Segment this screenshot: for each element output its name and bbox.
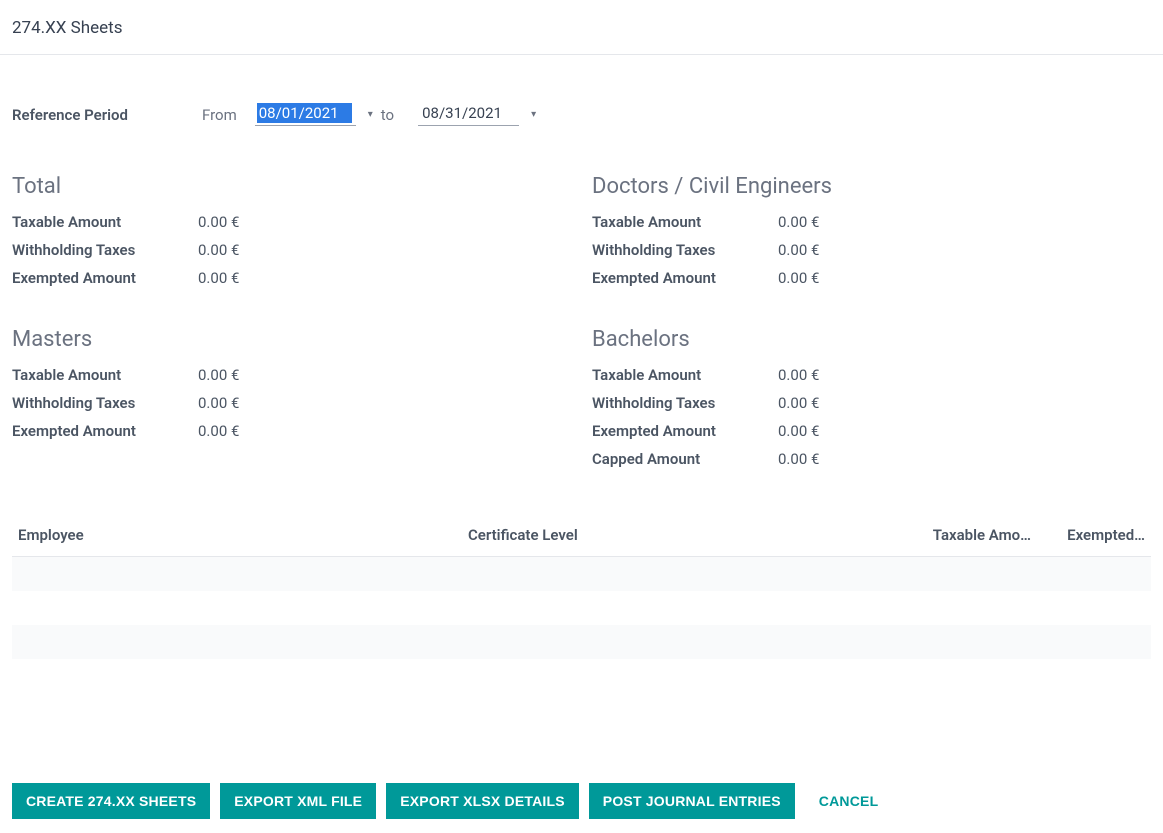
col-certificate[interactable]: Certificate Level <box>468 526 778 544</box>
doctors-taxable-label: Taxable Amount <box>592 213 778 231</box>
date-to-wrap[interactable] <box>418 103 519 126</box>
bachelors-withholding-label: Withholding Taxes <box>592 394 778 412</box>
col-taxable[interactable]: Taxable Amo… <box>925 526 1045 544</box>
date-to-input[interactable] <box>420 103 515 123</box>
total-withholding-value: 0.00 € <box>198 241 239 259</box>
total-taxable-value: 0.00 € <box>198 213 239 231</box>
masters-taxable-value: 0.00 € <box>198 366 239 384</box>
section-bachelors: Bachelors Taxable Amount 0.00 € Withhold… <box>592 327 1152 478</box>
reference-period-row: Reference Period From ▾ to ▾ <box>12 103 1151 126</box>
page-title: 274.XX Sheets <box>0 0 1163 55</box>
masters-exempted-label: Exempted Amount <box>12 422 198 440</box>
col-employee[interactable]: Employee <box>18 526 468 544</box>
date-to-dropdown-icon[interactable]: ▾ <box>529 109 538 120</box>
bachelors-capped-label: Capped Amount <box>592 450 778 468</box>
table-row[interactable] <box>12 557 1151 591</box>
export-xml-button[interactable]: EXPORT XML FILE <box>220 783 376 819</box>
cancel-button[interactable]: CANCEL <box>805 783 893 819</box>
section-total-title: Total <box>12 174 572 199</box>
masters-withholding-value: 0.00 € <box>198 394 239 412</box>
table-row[interactable] <box>12 625 1151 659</box>
table-body <box>12 557 1151 659</box>
footer-actions: CREATE 274.XX SHEETS EXPORT XML FILE EXP… <box>0 769 1163 833</box>
export-xlsx-button[interactable]: EXPORT XLSX DETAILS <box>386 783 579 819</box>
post-journal-button[interactable]: POST JOURNAL ENTRIES <box>589 783 795 819</box>
masters-exempted-value: 0.00 € <box>198 422 239 440</box>
masters-withholding-label: Withholding Taxes <box>12 394 198 412</box>
doctors-exempted-label: Exempted Amount <box>592 269 778 287</box>
table-header: Employee Certificate Level Taxable Amo… … <box>12 514 1151 557</box>
create-sheets-button[interactable]: CREATE 274.XX SHEETS <box>12 783 210 819</box>
total-exempted-label: Exempted Amount <box>12 269 198 287</box>
table-gap <box>12 591 1151 625</box>
from-label: From <box>202 106 237 124</box>
section-doctors-title: Doctors / Civil Engineers <box>592 174 1152 199</box>
doctors-exempted-value: 0.00 € <box>778 269 819 287</box>
doctors-withholding-label: Withholding Taxes <box>592 241 778 259</box>
doctors-withholding-value: 0.00 € <box>778 241 819 259</box>
total-taxable-label: Taxable Amount <box>12 213 198 231</box>
section-masters-title: Masters <box>12 327 572 352</box>
to-label: to <box>381 106 394 124</box>
bachelors-taxable-label: Taxable Amount <box>592 366 778 384</box>
col-exempted[interactable]: Exempted… <box>1045 526 1145 544</box>
masters-taxable-label: Taxable Amount <box>12 366 198 384</box>
bachelors-withholding-value: 0.00 € <box>778 394 819 412</box>
date-from-dropdown-icon[interactable]: ▾ <box>366 109 375 120</box>
section-doctors: Doctors / Civil Engineers Taxable Amount… <box>592 174 1152 297</box>
bachelors-exempted-label: Exempted Amount <box>592 422 778 440</box>
bachelors-exempted-value: 0.00 € <box>778 422 819 440</box>
section-total: Total Taxable Amount 0.00 € Withholding … <box>12 174 572 297</box>
date-from-wrap[interactable] <box>255 103 356 126</box>
date-from-input[interactable] <box>257 103 352 123</box>
section-bachelors-title: Bachelors <box>592 327 1152 352</box>
total-exempted-value: 0.00 € <box>198 269 239 287</box>
doctors-taxable-value: 0.00 € <box>778 213 819 231</box>
reference-period-label: Reference Period <box>12 106 202 124</box>
bachelors-taxable-value: 0.00 € <box>778 366 819 384</box>
section-masters: Masters Taxable Amount 0.00 € Withholdin… <box>12 327 572 478</box>
total-withholding-label: Withholding Taxes <box>12 241 198 259</box>
bachelors-capped-value: 0.00 € <box>778 450 819 468</box>
